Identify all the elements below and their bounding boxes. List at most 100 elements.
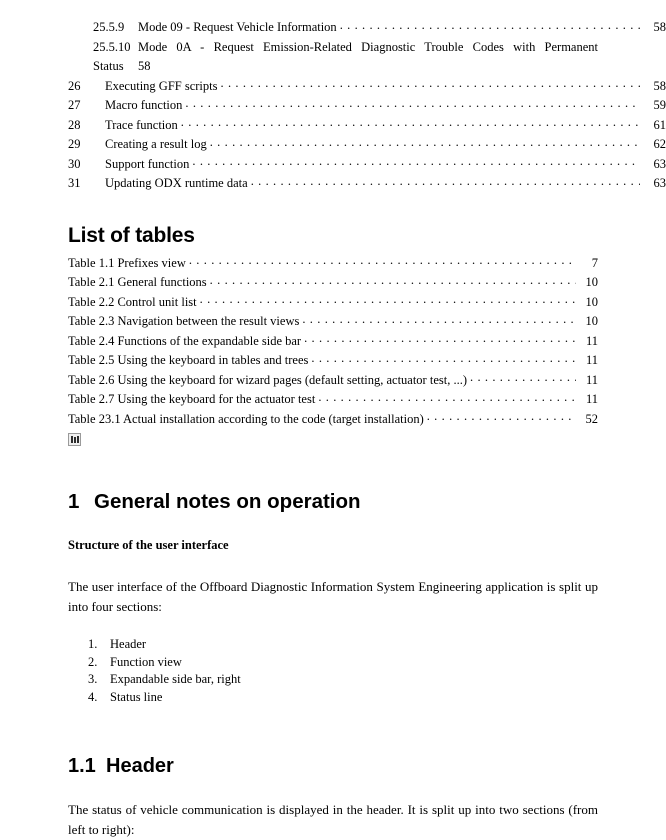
toc-entry-number: 25.5.10 [93,39,131,54]
toc-entry-number: 30 [68,156,81,171]
list-item: 1. Header [68,636,598,654]
table-list-entry-page: 10 [585,314,599,328]
toc-dot-leader [210,136,640,149]
toc-entry-page: 63 [653,156,666,171]
toc-entry[interactable]: 29 Creating a result log 62 [0,135,666,155]
list-of-tables: Table 1.1 Prefixes view 7 Table 2.1 Gene… [0,254,666,430]
toc-dot-leader [200,293,576,306]
table-list-entry[interactable]: Table 2.6 Using the keyboard for wizard … [68,371,598,391]
toc-entry-title: Executing GFF scripts [105,78,218,93]
table-list-entry-page: 52 [585,411,599,426]
table-list-entry-title: Table 2.1 General functions [68,275,207,289]
table-list-entry[interactable]: Table 2.7 Using the keyboard for the act… [68,390,598,410]
toc-entry-page: 61 [653,117,666,132]
table-list-entry[interactable]: Table 2.1 General functions 10 [68,273,598,293]
table-list-entry-page: 7 [591,255,598,270]
table-list-entry-page: 10 [585,294,599,309]
toc-dot-leader [427,410,576,423]
toc-entry-title: Macro function [105,98,183,112]
list-item: 4. Status line [68,689,598,707]
table-list-entry[interactable]: Table 2.3 Navigation between the result … [68,312,598,332]
list-item-label: Status line [110,689,163,704]
list-item-label: Header [110,637,147,651]
toc-entry-number: 29 [68,137,81,151]
table-of-contents-continued: 25.5.9 Mode 09 - Request Vehicle Informa… [0,0,666,194]
toc-entry-page: 58 [653,78,666,93]
table-list-entry-title: Table 23.1 Actual installation according… [68,411,424,426]
table-list-entry[interactable]: Table 23.1 Actual installation according… [68,410,598,430]
table-list-entry-page: 11 [585,372,598,387]
list-item-label: Function view [110,654,182,669]
list-item: 3. Expandable side bar, right [68,671,598,689]
toc-entry-number: 25.5.9 [93,20,125,34]
list-item-marker: 1. [88,637,98,651]
toc-dot-leader [185,97,640,110]
object-placeholder-icon [68,432,81,446]
toc-dot-leader [318,391,576,404]
toc-entry-title: Creating a result log [105,137,207,151]
table-list-entry-page: 11 [585,353,598,367]
table-list-entry[interactable]: Table 2.5 Using the keyboard in tables a… [68,351,598,371]
table-list-entry[interactable]: Table 2.2 Control unit list 10 [68,293,598,313]
toc-dot-leader [192,155,640,168]
table-list-entry-title: Table 2.3 Navigation between the result … [68,314,300,328]
toc-dot-leader [311,352,576,365]
toc-dot-leader [189,254,576,267]
toc-entry-number: 28 [68,117,81,132]
toc-entry-title: Mode 0A - Request Emission-Related Diagn… [138,39,598,54]
toc-entry-title: Support function [105,156,190,171]
object-placeholder-icon-wrapper [68,430,666,446]
table-list-entry-page: 11 [585,392,598,406]
section-1-1-number: 1.1 [68,755,96,777]
toc-entry-page: 58 [653,20,666,34]
toc-entry-page: 59 [653,98,666,112]
toc-dot-leader [181,116,640,129]
table-list-entry-page: 11 [585,333,598,348]
toc-entry-title: Updating ODX runtime data [105,176,248,190]
table-list-entry-title: Table 1.1 Prefixes view [68,255,186,270]
toc-entry[interactable]: 25.5.9 Mode 09 - Request Vehicle Informa… [0,18,666,38]
chapter-1-paragraph: The user interface of the Offboard Diagn… [68,579,598,614]
table-list-entry[interactable]: Table 1.1 Prefixes view 7 [68,254,598,274]
table-list-entry[interactable]: Table 2.4 Functions of the expandable si… [68,332,598,352]
toc-dot-leader [340,19,640,32]
sections-numbered-list: 1. Header 2. Function view 3. Expandable… [68,636,598,706]
toc-entry-title: Trace function [105,117,178,132]
list-item-label: Expandable side bar, right [110,672,241,686]
toc-entry-wrapped[interactable]: 25.5.10 Mode 0A - Request Emission-Relat… [93,38,598,77]
toc-entry[interactable]: 31 Updating ODX runtime data 63 [0,174,666,194]
chapter-1-title: General notes on operation [94,490,361,513]
toc-dot-leader [470,371,576,384]
table-list-entry-title: Table 2.4 Functions of the expandable si… [68,333,302,348]
toc-entry-number: 26 [68,78,81,93]
list-item: 2. Function view [68,654,598,672]
table-list-entry-title: Table 2.5 Using the keyboard in tables a… [68,353,309,367]
toc-entry-page: 58 [138,59,151,73]
structure-lead-text: Structure of the user interface [68,538,229,552]
toc-entry[interactable]: 30 Support function 63 [0,155,666,175]
section-1-1-title: Header [106,755,174,777]
list-item-marker: 4. [88,689,98,704]
table-list-entry-page: 10 [585,275,599,289]
toc-entry[interactable]: 27 Macro function 59 [0,96,666,116]
toc-entry[interactable]: 28 Trace function 61 [0,116,666,136]
list-item-marker: 2. [88,654,98,669]
toc-dot-leader [251,175,640,188]
toc-entry-page: 63 [653,176,666,190]
toc-dot-leader [221,77,641,90]
section-1-1-heading: 1.1 Header [68,754,666,778]
toc-entry-title-continued: Status [93,59,124,73]
list-of-tables-heading: List of tables [68,223,195,247]
toc-dot-leader [304,332,576,345]
toc-dot-leader [302,313,576,326]
table-list-entry-title: Table 2.7 Using the keyboard for the act… [68,392,316,406]
toc-entry-number: 27 [68,98,81,112]
toc-dot-leader [210,274,576,287]
document-page: 25.5.9 Mode 09 - Request Vehicle Informa… [0,0,666,837]
list-item-marker: 3. [88,672,98,686]
toc-entry-title: Mode 09 - Request Vehicle Information [138,20,337,34]
table-list-entry-title: Table 2.6 Using the keyboard for wizard … [68,372,467,387]
toc-entry[interactable]: 26 Executing GFF scripts 58 [0,77,666,97]
chapter-1-heading: 1 General notes on operation [68,490,666,514]
toc-entry-number: 31 [68,176,81,190]
